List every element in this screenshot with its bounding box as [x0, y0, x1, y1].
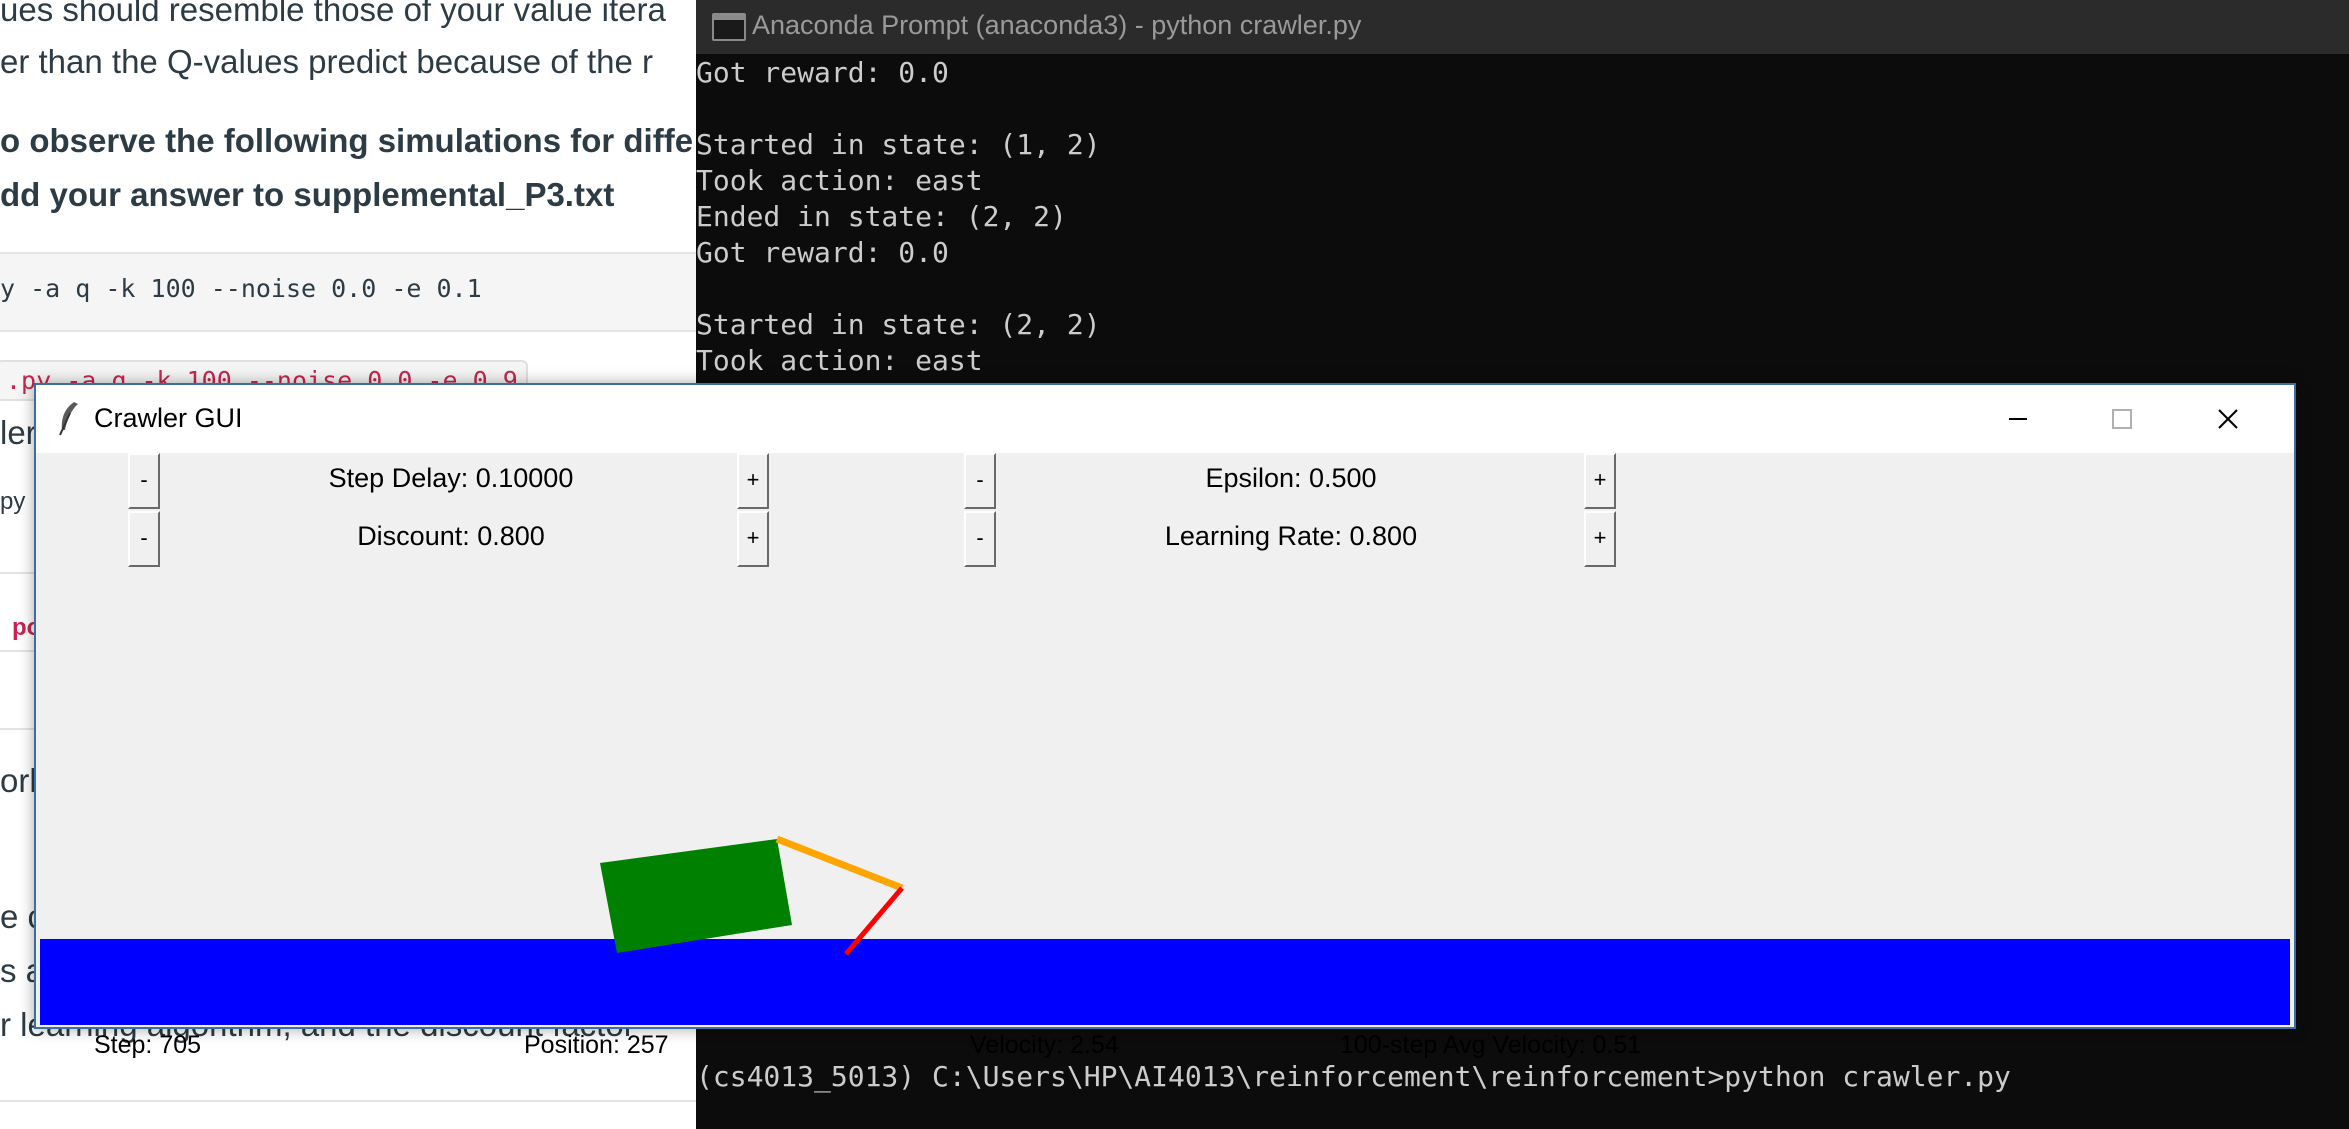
webpage-fragment: ler: [0, 414, 37, 451]
robot-arm: [775, 835, 904, 892]
feather-icon: [59, 402, 78, 436]
window-title: Crawler GUI: [94, 403, 243, 433]
console-line: Got reward: 0.0: [696, 236, 949, 269]
webpage-fragment: py: [0, 488, 26, 515]
minimize-button[interactable]: [1996, 399, 2040, 439]
console-line: Got reward: 0.0: [696, 56, 949, 89]
console-window-icon: [712, 13, 746, 41]
step-count-label: Step: 705: [94, 1031, 202, 1059]
crawler-titlebar[interactable]: Crawler GUI: [36, 385, 2294, 453]
robot-body: [600, 839, 792, 953]
avg-velocity-label: 100-step Avg Velocity: 0.51: [1340, 1031, 1642, 1059]
webpage-text-line: ues should resemble those of your value …: [0, 0, 666, 28]
console-titlebar[interactable]: Anaconda Prompt (anaconda3) - python cra…: [696, 0, 2349, 54]
webpage-bold-line: dd your answer to supplemental_P3.txt: [0, 176, 615, 213]
crawler-gui-window[interactable]: Crawler GUI - Step Delay: 0.10000 + - Ep…: [34, 383, 2296, 1059]
webpage-fragment: orl: [0, 762, 37, 799]
code-text: y -a q -k 100 --noise 0.0 -e 0.1: [0, 274, 482, 303]
console-title: Anaconda Prompt (anaconda3) - python cra…: [752, 10, 1362, 40]
console-line: Took action: east: [696, 344, 983, 377]
maximize-button[interactable]: [2100, 399, 2144, 439]
console-line: Ended in state: (2, 2): [696, 200, 1067, 233]
position-label: Position: 257: [524, 1031, 669, 1059]
console-line: Started in state: (1, 2): [696, 128, 1101, 161]
webpage-bold-line: o observe the following simulations for …: [0, 122, 694, 159]
velocity-label: Velocity: 2.54: [970, 1031, 1119, 1059]
console-prompt-line[interactable]: (cs4013_5013) C:\Users\HP\AI4013\reinfor…: [696, 1060, 2011, 1093]
crawler-body: - Step Delay: 0.10000 + - Epsilon: 0.500…: [36, 453, 2294, 1059]
console-line: Took action: east: [696, 164, 983, 197]
console-line: Started in state: (2, 2): [696, 308, 1101, 341]
ground: [40, 939, 2290, 1025]
divider: [0, 1100, 700, 1102]
close-button[interactable]: [2206, 399, 2250, 439]
webpage-code-block: y -a q -k 100 --noise 0.0 -e 0.1: [0, 252, 700, 332]
crawler-canvas: [40, 835, 2290, 1025]
webpage-text-line: er than the Q-values predict because of …: [0, 43, 654, 80]
